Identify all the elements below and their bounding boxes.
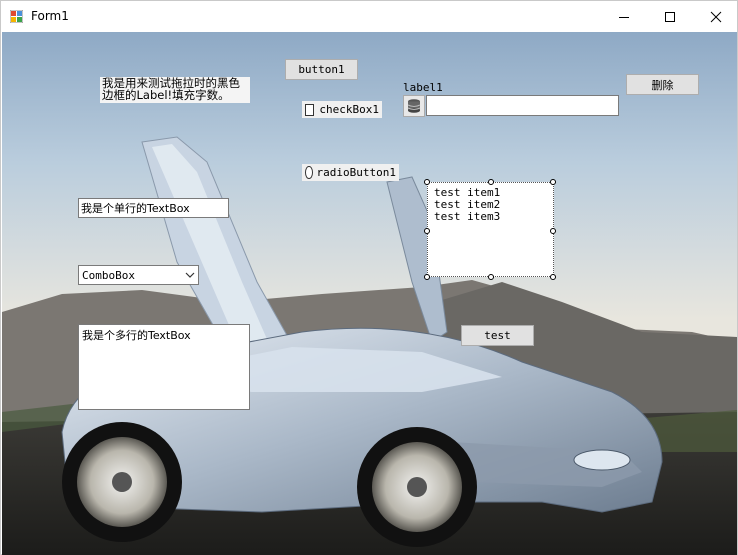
minimize-icon — [619, 16, 629, 18]
label1: label1 — [403, 81, 443, 94]
list-item[interactable]: test item3 — [434, 211, 547, 223]
title-bar[interactable]: Form1 — [1, 1, 737, 32]
form-window: Form1 我是用来测试拖拉时的黑色边框的Label!填充字数。 button1… — [0, 0, 738, 555]
chevron-down-icon[interactable] — [185, 272, 195, 278]
close-button[interactable] — [693, 1, 738, 32]
checkbox-box[interactable] — [305, 103, 315, 116]
black-border-label: 我是用来测试拖拉时的黑色边框的Label!填充字数。 — [100, 77, 250, 103]
minimize-button[interactable] — [601, 1, 647, 32]
multi-line-textbox[interactable]: 我是个多行的TextBox — [78, 324, 250, 410]
resize-handle[interactable] — [424, 274, 430, 280]
database-icon — [403, 95, 425, 117]
delete-button[interactable]: 删除 — [626, 74, 699, 95]
checkbox1-label: checkBox1 — [319, 103, 379, 116]
resize-handle[interactable] — [488, 274, 494, 280]
close-icon — [710, 11, 722, 22]
single-line-textbox[interactable]: 我是个单行的TextBox — [78, 198, 229, 218]
radiobutton1-label: radioButton1 — [316, 166, 396, 179]
window-title: Form1 — [31, 9, 69, 23]
test-button[interactable]: test — [461, 325, 534, 346]
radio-circle[interactable] — [305, 166, 313, 179]
button1[interactable]: button1 — [285, 59, 358, 80]
listbox[interactable]: test item1 test item2 test item3 — [427, 182, 554, 277]
resize-handle[interactable] — [424, 179, 430, 185]
maximize-button[interactable] — [647, 1, 693, 32]
resize-handle[interactable] — [550, 274, 556, 280]
form-client-area: 我是用来测试拖拉时的黑色边框的Label!填充字数。 button1 label… — [2, 32, 737, 555]
resize-handle[interactable] — [488, 179, 494, 185]
resize-handle[interactable] — [424, 228, 430, 234]
combobox-value: ComboBox — [82, 268, 135, 282]
combobox[interactable]: ComboBox — [78, 265, 199, 285]
label1-textbox[interactable] — [426, 95, 619, 116]
resize-handle[interactable] — [550, 179, 556, 185]
radiobutton1[interactable]: radioButton1 — [302, 164, 399, 181]
checkbox1[interactable]: checkBox1 — [302, 101, 382, 118]
maximize-icon — [665, 11, 675, 22]
app-icon — [10, 10, 23, 23]
resize-handle[interactable] — [550, 228, 556, 234]
